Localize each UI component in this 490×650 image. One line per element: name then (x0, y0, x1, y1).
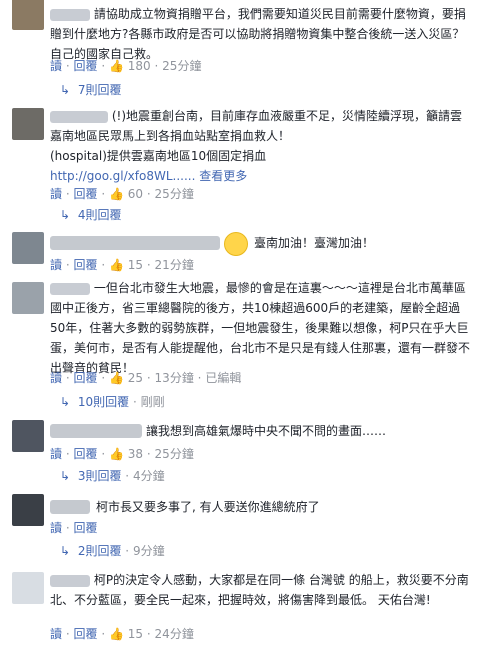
thumbs-up-icon[interactable]: 👍 (109, 59, 124, 73)
comment-body: 臺南加油！臺灣加油！ (254, 236, 375, 250)
read-link[interactable]: 讀 (50, 447, 62, 461)
comment-actions: 讀 · 回覆 · 👍 60 · 25分鐘 (50, 187, 194, 201)
reply-timestamp: 剛剛 (140, 395, 165, 409)
timestamp[interactable]: 25分鐘 (155, 447, 194, 461)
comment-body: 一但台北市發生大地震，最慘的會是在這裏～～～這裡是台北市萬華區國中正後方，省三軍… (50, 281, 471, 375)
read-link[interactable]: 讀 (50, 187, 62, 201)
comment-actions: 讀 · 回覆 · 👍 25 · 13分鐘 · 已編輯 (50, 371, 242, 385)
comment-body: 柯市長又要多事了, 有人要送你進總統府了 (96, 500, 320, 514)
reply-link[interactable]: 回覆 (74, 258, 98, 272)
avatar[interactable] (12, 420, 44, 452)
timestamp[interactable]: 24分鐘 (155, 627, 194, 641)
reply-link[interactable]: 回覆 (74, 187, 98, 201)
reply-arrow-icon: ↳ (60, 544, 71, 558)
comment-actions: 讀 · 回覆 (50, 521, 98, 535)
read-link[interactable]: 讀 (50, 371, 62, 385)
thumbs-up-icon[interactable]: 👍 (109, 627, 124, 641)
timestamp[interactable]: 25分鐘 (155, 187, 194, 201)
blurred-author-name[interactable] (50, 282, 90, 295)
blurred-author-name[interactable] (50, 500, 90, 514)
reply-count[interactable]: 4則回覆 (78, 208, 122, 222)
like-count[interactable]: 180 (128, 59, 151, 73)
blurred-author-name[interactable] (50, 8, 90, 21)
comment-text: 一但台北市發生大地震，最慘的會是在這裏～～～這裡是台北市萬華區國中正後方，省三軍… (50, 278, 470, 378)
reply-count[interactable]: 7則回覆 (78, 83, 122, 97)
like-count[interactable]: 15 (128, 258, 143, 272)
avatar[interactable] (12, 282, 44, 314)
read-link[interactable]: 讀 (50, 521, 62, 535)
comment-body: (!)地震重創台南，目前庫存血液嚴重不足，災情陸續浮現，籲請雲嘉南地區民眾馬上到… (50, 109, 463, 143)
reply-count[interactable]: 3則回覆 (78, 469, 122, 483)
blurred-author-name[interactable] (50, 110, 108, 123)
reply-link[interactable]: 回覆 (74, 521, 98, 535)
timestamp[interactable]: 13分鐘 (155, 371, 194, 385)
like-count[interactable]: 15 (128, 627, 143, 641)
see-more-link[interactable]: 查看更多 (199, 169, 247, 183)
comment-text: 請協助成立物資捐贈平台，我們需要知道災民目前需要什麼物資，要捐贈到什麼地方?各縣… (50, 4, 470, 64)
read-link[interactable]: 讀 (50, 627, 62, 641)
reply-link[interactable]: 回覆 (74, 447, 98, 461)
reply-link[interactable]: 回覆 (74, 371, 98, 385)
avatar[interactable] (12, 0, 44, 30)
comment-actions: 讀 · 回覆 · 👍 15 · 21分鐘 (50, 258, 194, 272)
like-count[interactable]: 38 (128, 447, 143, 461)
shortened-link[interactable]: http://goo.gl/xfo8WL...... (50, 169, 195, 183)
reply-link[interactable]: 回覆 (74, 627, 98, 641)
timestamp[interactable]: 21分鐘 (155, 258, 194, 272)
comment-link-line: http://goo.gl/xfo8WL...... 查看更多 (50, 166, 470, 186)
view-replies[interactable]: ↳ 4則回覆 (60, 207, 121, 223)
like-count[interactable]: 60 (128, 187, 143, 201)
reply-arrow-icon: ↳ (60, 83, 71, 97)
comment-body: 柯P的決定令人感動，大家都是在同一條 台灣號 的船上，救災要不分南北、不分藍區，… (50, 573, 469, 607)
reply-count[interactable]: 2則回覆 (78, 544, 122, 558)
blurred-author-name[interactable] (50, 236, 220, 250)
avatar[interactable] (12, 108, 44, 140)
comment-text-line2: (hospital)提供雲嘉南地區10個固定捐血 (50, 149, 267, 163)
reply-arrow-icon: ↳ (60, 208, 71, 222)
reply-arrow-icon: ↳ (60, 469, 71, 483)
reply-arrow-icon: ↳ (60, 395, 71, 409)
comment-text: (!)地震重創台南，目前庫存血液嚴重不足，災情陸續浮現，籲請雲嘉南地區民眾馬上到… (50, 106, 470, 146)
comment-actions: 讀 · 回覆 · 👍 15 · 24分鐘 (50, 627, 194, 641)
comment-actions: 讀 · 回覆 · 👍 180 · 25分鐘 (50, 59, 202, 73)
reply-timestamp: 9分鐘 (132, 544, 165, 558)
thumbs-up-icon[interactable]: 👍 (109, 258, 124, 272)
view-replies[interactable]: ↳ 7則回覆 (60, 82, 121, 98)
edited-label[interactable]: 已編輯 (205, 371, 241, 385)
view-replies[interactable]: ↳ 2則回覆 · 9分鐘 (60, 543, 165, 559)
read-link[interactable]: 讀 (50, 59, 62, 73)
blurred-author-name[interactable] (50, 424, 142, 438)
comment-body: 讓我想到高雄氣爆時中央不聞不問的畫面…… (146, 424, 387, 438)
comment-text: 柯P的決定令人感動，大家都是在同一條 台灣號 的船上，救災要不分南北、不分藍區，… (50, 570, 470, 610)
timestamp[interactable]: 25分鐘 (162, 59, 201, 73)
read-link[interactable]: 讀 (50, 258, 62, 272)
like-count[interactable]: 25 (128, 371, 143, 385)
reply-link[interactable]: 回覆 (74, 59, 98, 73)
comment-actions: 讀 · 回覆 · 👍 38 · 25分鐘 (50, 447, 194, 461)
thumbs-up-icon[interactable]: 👍 (109, 187, 124, 201)
view-replies[interactable]: ↳ 10則回覆 · 剛剛 (60, 394, 165, 410)
avatar[interactable] (12, 232, 44, 264)
avatar[interactable] (12, 572, 44, 604)
reply-count[interactable]: 10則回覆 (78, 395, 129, 409)
blurred-author-name[interactable] (50, 574, 90, 587)
sticker-icon (224, 232, 248, 256)
view-replies[interactable]: ↳ 3則回覆 · 4分鐘 (60, 468, 165, 484)
thumbs-up-icon[interactable]: 👍 (109, 447, 124, 461)
avatar[interactable] (12, 494, 44, 526)
comment-body: 請協助成立物資捐贈平台，我們需要知道災民目前需要什麼物資，要捐贈到什麼地方?各縣… (50, 7, 466, 61)
reply-timestamp: 4分鐘 (132, 469, 165, 483)
thumbs-up-icon[interactable]: 👍 (109, 371, 124, 385)
